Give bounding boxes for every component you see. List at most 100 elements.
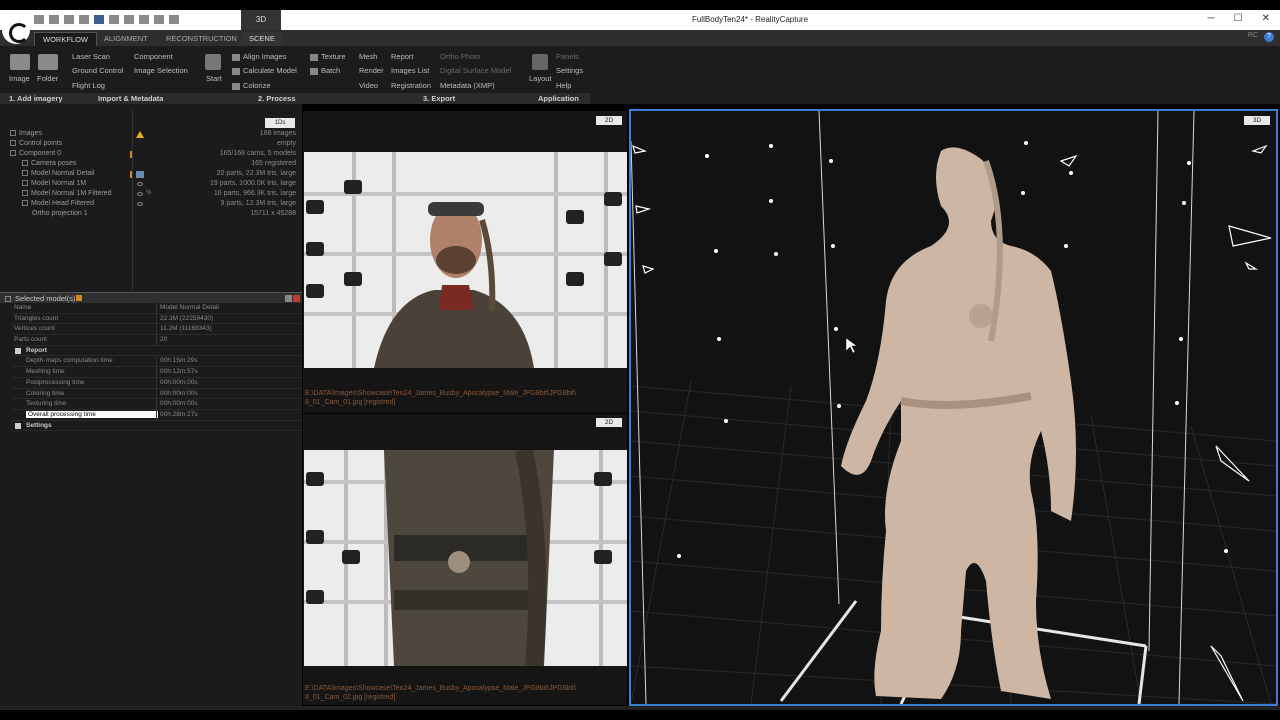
image-selection-button[interactable]: Image Selection [134, 66, 188, 75]
video-button[interactable]: Video [359, 81, 378, 90]
help-icon[interactable]: ? [1264, 32, 1274, 42]
tab-alignment[interactable]: ALIGNMENT [96, 32, 156, 46]
mesh-button[interactable]: Mesh [359, 52, 377, 61]
expand-icon[interactable] [10, 130, 16, 137]
ribbon-section-bar: 1. Add imagery Import & Metadata 2. Proc… [0, 93, 590, 104]
tab-reconstruction[interactable]: RECONSTRUCTION [158, 32, 245, 46]
prop-value: 00h:00m:00s [160, 389, 198, 397]
camera-photo-1 [304, 152, 627, 368]
section-application: Application [538, 94, 579, 103]
settings-button[interactable]: Settings [556, 66, 583, 75]
close-button[interactable]: ✕ [1262, 13, 1270, 24]
scanned-3d-model [841, 147, 1076, 699]
prop-value: 00h:15m:29s [160, 357, 198, 365]
colorize-button[interactable]: Colorize [232, 81, 271, 90]
app-logo-icon[interactable] [2, 16, 30, 44]
camera-icon [306, 472, 324, 486]
tree-row-model-normal-1m[interactable]: Model Normal 1M 19 parts, 1000.0K tris, l… [0, 180, 302, 190]
prop-key: Triangles count [14, 314, 59, 322]
tab-scene[interactable]: SCENE [241, 32, 283, 46]
prop-group-settings[interactable]: Settings [12, 421, 302, 432]
eye-icon[interactable] [137, 182, 143, 186]
image-view-top[interactable]: 2D E:\DATA\Images\Showcase\Ten24_James_B… [303, 111, 627, 413]
prop-group-report[interactable]: Report [12, 346, 302, 357]
image-view-bottom[interactable]: 2D E:\DATA\Images\Showcase\Ten24_James_B… [303, 414, 627, 705]
image-icon[interactable] [10, 54, 30, 70]
tree-row-component[interactable]: Component 0 165/168 cams, 5 models [0, 150, 302, 160]
eye-icon[interactable] [137, 202, 143, 206]
tree-row-value: 165/168 cams, 5 models [219, 150, 296, 157]
expand-icon[interactable] [10, 140, 16, 147]
report-button[interactable]: Report [391, 52, 414, 61]
image-button[interactable]: Image [9, 74, 30, 83]
view-tag-2d[interactable]: 2D [596, 418, 622, 427]
batch-button[interactable]: Batch [310, 66, 340, 75]
folder-button[interactable]: Folder [37, 74, 58, 83]
align-images-icon [232, 53, 240, 61]
prop-value: 00h:28m:27s [160, 410, 198, 418]
ribbon-tabs: WORKFLOW ALIGNMENT RECONSTRUCTION SCENE … [0, 30, 1280, 46]
collapse-icon[interactable] [15, 347, 21, 354]
expand-icon[interactable] [22, 170, 28, 177]
section-export: 3. Export [423, 94, 456, 103]
tree-row-camera-poses[interactable]: Camera poses 165 registered [0, 160, 302, 170]
camera-photo-2 [304, 450, 627, 666]
digital-surface-model-button[interactable]: Digital Surface Model [440, 66, 511, 75]
view-tag-2d[interactable]: 2D [596, 116, 622, 125]
expand-icon[interactable] [22, 200, 28, 207]
metadata-xmp-button[interactable]: Metadata (XMP) [440, 81, 495, 90]
component-button[interactable]: Component [134, 52, 173, 61]
layout-button[interactable]: Layout [529, 74, 552, 83]
panels-button[interactable]: Panels [556, 52, 579, 61]
title-bar: 3D FullBodyTen24* - RealityCapture ─ ☐ ✕ [0, 10, 1280, 30]
expand-icon[interactable] [22, 180, 28, 187]
scene-render [631, 111, 1276, 704]
eye-icon[interactable] [137, 192, 143, 196]
active-model-icon[interactable] [136, 171, 144, 178]
camera-icon [342, 550, 360, 564]
render-button[interactable]: Render [359, 66, 384, 75]
prop-row: Vertices count 11.2M (11168343) [12, 324, 302, 336]
images-list-button[interactable]: Images List [391, 66, 429, 75]
tree-row-model-head-filtered[interactable]: Model Head Filtered 9 parts, 12.3M tris, … [0, 200, 302, 210]
calculate-model-button[interactable]: Calculate Model [232, 66, 297, 75]
start-icon[interactable] [205, 54, 221, 70]
ortho-photo-button[interactable]: Ortho Photo [440, 52, 480, 61]
start-button[interactable]: Start [206, 74, 222, 83]
pin-icon[interactable] [285, 295, 292, 302]
registration-button[interactable]: Registration [391, 81, 431, 90]
tree-row-ortho-projection[interactable]: Ortho projection 1 15711 x 45288 [0, 210, 302, 220]
ground-control-button[interactable]: Ground Control [72, 66, 123, 75]
panel-status-icon [76, 295, 82, 301]
expand-icon[interactable] [22, 160, 28, 167]
texture-button[interactable]: Texture [310, 52, 346, 61]
expand-icon[interactable] [15, 422, 21, 429]
flight-log-button[interactable]: Flight Log [72, 81, 105, 90]
tree-row-label: Model Normal Detail [31, 170, 95, 177]
minimize-button[interactable]: ─ [1208, 13, 1215, 24]
folder-icon[interactable] [38, 54, 58, 70]
status-bar [0, 706, 1280, 710]
tree-row-control-points[interactable]: Control points empty [0, 140, 302, 150]
tree-row-label: Images [19, 130, 42, 137]
3d-viewport[interactable]: 3D [629, 109, 1278, 706]
tree-view-tag[interactable]: 1Ds [265, 118, 295, 128]
maximize-button[interactable]: ☐ [1234, 13, 1243, 24]
align-images-button[interactable]: Align Images [232, 52, 286, 61]
tree-row-images[interactable]: Images 168 images [0, 130, 302, 140]
tree-row-value: 165 registered [251, 160, 296, 167]
tree-row-label: Model Normal 1M Filtered [31, 190, 112, 197]
filter-percent-mark: % [146, 190, 152, 196]
tree-row-model-normal-detail[interactable]: Model Normal Detail 20 parts, 22.3M tris,… [0, 170, 302, 180]
close-panel-icon[interactable] [293, 295, 300, 302]
help-button[interactable]: Help [556, 81, 571, 90]
prop-row-selected[interactable]: Overall processing time 00h:28m:27s [12, 409, 302, 421]
tab-workflow[interactable]: WORKFLOW [34, 32, 97, 46]
laser-scan-button[interactable]: Laser Scan [72, 52, 110, 61]
collapse-icon[interactable] [5, 296, 11, 302]
collapse-icon[interactable] [10, 150, 16, 157]
camera-icon [594, 472, 612, 486]
expand-icon[interactable] [22, 190, 28, 197]
layout-icon-large[interactable] [532, 54, 548, 70]
tree-row-label: Control points [19, 140, 63, 147]
